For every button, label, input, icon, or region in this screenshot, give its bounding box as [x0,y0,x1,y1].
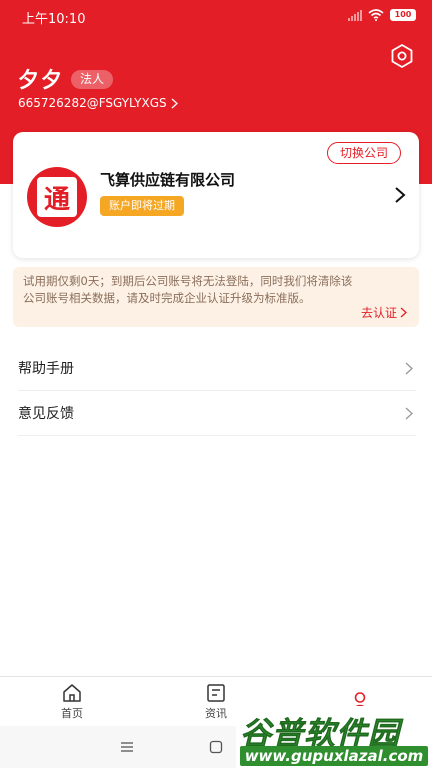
menu-item-label: 帮助手册 [18,361,74,377]
verify-link[interactable]: 去认证 [361,304,407,321]
verify-link-label: 去认证 [360,306,397,320]
tab-home[interactable]: 首页 [0,677,144,726]
company-logo: 通 [27,167,87,227]
status-time: 上午10:10 [22,12,86,27]
menu-lines-icon[interactable] [118,738,136,756]
chevron-right-icon [400,307,407,318]
company-logo-char: 通 [37,177,77,217]
status-icons: 100 [348,9,416,21]
watermark-url: www.gupuxlazal.com [240,746,428,766]
chevron-right-icon [171,98,178,108]
news-icon [207,683,225,702]
menu-item-label: 意见反馈 [18,406,74,422]
home-square-icon[interactable] [207,738,225,756]
tab-label: 资讯 [205,706,227,720]
company-card[interactable]: 切换公司 通 飞算供应链有限公司 账户即将过期 [13,132,419,258]
trial-notice: 试用期仅剩0天；到期后公司账号将无法登陆，同时我们将清除该 公司账号相关数据，请… [13,267,419,327]
user-name: 夕夕 [18,68,64,92]
account-expiring-badge: 账户即将过期 [100,196,184,216]
status-bar: 上午10:10 100 [0,0,432,34]
chevron-right-icon[interactable] [393,185,407,205]
wifi-icon [368,9,384,21]
chevron-right-icon [405,362,413,375]
account-id-text: 665726282@FSGYLYXGS [18,96,167,110]
account-id-link[interactable]: 665726282@FSGYLYXGS [18,96,178,110]
company-name: 飞算供应链有限公司 [100,171,236,189]
switch-company-button[interactable]: 切换公司 [326,142,401,164]
site-watermark: 谷普软件园 www.gupuxlazal.com [236,706,432,768]
menu-item-feedback[interactable]: 意见反馈 [18,391,416,436]
menu-item-help[interactable]: 帮助手册 [18,346,416,391]
settings-menu: 帮助手册 意见反馈 [0,346,432,436]
battery-icon: 100 [390,9,416,21]
tab-label: 首页 [61,706,83,720]
notice-line-1: 试用期仅剩0天；到期后公司账号将无法登陆，同时我们将清除该 [23,274,353,288]
signal-icon [348,9,362,21]
notice-line-2: 公司账号相关数据，请及时完成企业认证升级为标准版。 [23,291,311,305]
home-icon [63,683,81,702]
role-badge: 法人 [71,70,114,89]
chevron-right-icon [405,407,413,420]
settings-icon[interactable] [389,43,415,69]
